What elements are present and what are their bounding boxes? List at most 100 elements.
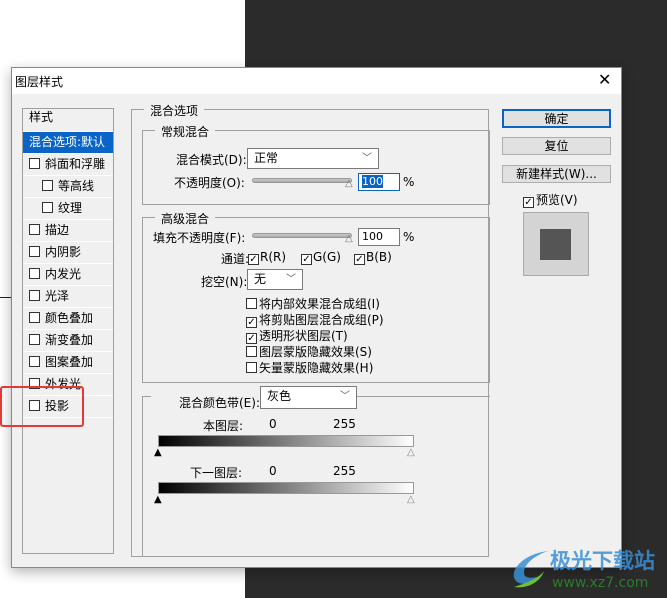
black-slider-thumb-icon[interactable]: ▲ xyxy=(154,494,162,505)
watermark-logo-icon xyxy=(513,551,548,588)
checkbox[interactable] xyxy=(29,312,40,323)
channels-label: 通道: xyxy=(221,252,250,266)
this-layer-gradient xyxy=(158,435,414,447)
channel-r-label: R(R) xyxy=(260,250,287,264)
layer-style-dialog: 图层样式 ✕ 样式 混合选项:默认 斜面和浮雕 等高线 纹理 描边 内阴影 内发… xyxy=(11,67,622,568)
blending-options-group: 混合选项 常规混合 混合模式(D): 正常 ﹀ 不透明度(O): △ 100 % … xyxy=(131,102,490,557)
white-slider-thumb-icon[interactable]: △ xyxy=(407,447,415,458)
knockout-label: 挖空(N): xyxy=(201,275,248,289)
checkbox[interactable] xyxy=(29,356,40,367)
checkbox[interactable] xyxy=(42,202,53,213)
style-item-label: 纹理 xyxy=(58,201,83,215)
blend-if-group: 混合颜色带(E): 灰色 ﹀ 本图层: 0 255 ▲ △ 下一图层: 0 255… xyxy=(142,386,490,556)
style-item-inner-glow[interactable]: 内发光 xyxy=(23,264,113,286)
style-item-color-overlay[interactable]: 颜色叠加 xyxy=(23,308,113,330)
channel-r-checkbox[interactable]: ✓ R(R) xyxy=(248,250,286,265)
chevron-down-icon: ﹀ xyxy=(362,153,372,164)
preview-checkbox[interactable]: ✓ 预览(V) xyxy=(523,191,578,208)
checkbox[interactable] xyxy=(29,268,40,279)
style-item-blending-options[interactable]: 混合选项:默认 xyxy=(23,132,113,154)
checkbox[interactable] xyxy=(29,334,40,345)
preview-label: 预览(V) xyxy=(536,193,578,207)
checkbox[interactable] xyxy=(29,158,40,169)
advanced-blending-group: 高级混合 填充不透明度(F): △ 100 % 通道: ✓ R(R) ✓ G(G) … xyxy=(142,210,490,383)
style-item-inner-shadow[interactable]: 内阴影 xyxy=(23,242,113,264)
chevron-down-icon: ﹀ xyxy=(286,274,296,285)
underlying-max: 255 xyxy=(333,464,356,478)
style-item-label: 光泽 xyxy=(45,289,70,303)
general-blending-group: 常规混合 混合模式(D): 正常 ﹀ 不透明度(O): △ 100 % xyxy=(142,123,490,205)
fill-opacity-value: 100 xyxy=(362,230,383,243)
style-item-pattern-overlay[interactable]: 图案叠加 xyxy=(23,352,113,374)
style-item-bevel[interactable]: 斜面和浮雕 xyxy=(23,154,113,176)
style-item-gradient-overlay[interactable]: 渐变叠加 xyxy=(23,330,113,352)
percent-unit: % xyxy=(403,175,415,189)
option-label: 将内部效果混合成组(I) xyxy=(259,297,380,311)
group-title: 高级混合 xyxy=(155,210,216,227)
style-item-label: 渐变叠加 xyxy=(45,333,94,347)
opacity-label: 不透明度(O): xyxy=(174,176,245,190)
style-item-label: 混合选项:默认 xyxy=(29,135,106,149)
check-icon: ✓ xyxy=(248,254,259,265)
group-title: 混合选项 xyxy=(144,102,205,119)
channel-g-checkbox[interactable]: ✓ G(G) xyxy=(301,250,341,265)
channel-b-checkbox[interactable]: ✓ B(B) xyxy=(354,250,392,265)
blend-mode-select[interactable]: 正常 ﹀ xyxy=(247,148,379,169)
blend-if-select[interactable]: 灰色 ﹀ xyxy=(260,386,357,409)
checkbox[interactable] xyxy=(42,180,53,191)
option-checkbox[interactable]: 将内部效果混合成组(I) xyxy=(246,295,380,312)
style-item-label: 颜色叠加 xyxy=(45,311,94,325)
knockout-select[interactable]: 无 ﹀ xyxy=(247,269,303,290)
style-list-header: 样式 xyxy=(23,109,113,132)
blend-if-label: 混合颜色带(E): xyxy=(151,394,264,411)
option-checkbox[interactable]: 矢量蒙版隐藏效果(H) xyxy=(246,359,373,376)
reset-button[interactable]: 复位 xyxy=(502,137,611,155)
preview-square xyxy=(540,229,571,260)
option-label: 图层蒙版隐藏效果(S) xyxy=(259,345,372,359)
preview-swatch xyxy=(523,212,589,276)
style-item-stroke[interactable]: 描边 xyxy=(23,220,113,242)
blend-if-value: 灰色 xyxy=(267,389,292,403)
style-item-label: 等高线 xyxy=(58,179,95,193)
close-icon[interactable]: ✕ xyxy=(598,70,611,89)
title-bar: 图层样式 ✕ xyxy=(12,68,621,94)
underlying-min: 0 xyxy=(269,464,277,478)
fill-opacity-slider[interactable] xyxy=(252,233,352,238)
watermark-url: www.xz7.com xyxy=(552,575,649,591)
group-title: 常规混合 xyxy=(155,123,216,140)
new-style-button[interactable]: 新建样式(W)... xyxy=(502,165,611,183)
option-label: 矢量蒙版隐藏效果(H) xyxy=(259,361,374,375)
style-item-satin[interactable]: 光泽 xyxy=(23,286,113,308)
chevron-down-icon: ﹀ xyxy=(340,391,350,402)
watermark-name: 极光下载站 xyxy=(550,549,655,573)
this-layer-max: 255 xyxy=(333,417,356,431)
underlying-layer-label: 下一图层: xyxy=(190,466,243,480)
style-item-texture[interactable]: 纹理 xyxy=(23,198,113,220)
option-checkbox[interactable]: ✓ 透明形状图层(T) xyxy=(246,327,348,344)
check-icon: ✓ xyxy=(354,254,365,265)
fill-opacity-input[interactable]: 100 xyxy=(358,228,400,246)
white-slider-thumb-icon[interactable]: △ xyxy=(407,494,415,505)
option-checkbox[interactable]: ✓ 将剪贴图层混合成组(P) xyxy=(246,311,384,328)
checkbox[interactable] xyxy=(29,224,40,235)
style-list: 样式 混合选项:默认 斜面和浮雕 等高线 纹理 描边 内阴影 内发光 光泽 颜色… xyxy=(22,108,114,554)
slider-thumb-icon[interactable]: △ xyxy=(345,178,353,189)
underlying-gradient xyxy=(158,482,414,494)
ok-button[interactable]: 确定 xyxy=(502,109,611,128)
watermark: 极光下载站 www.xz7.com xyxy=(508,545,658,593)
option-checkbox[interactable]: 图层蒙版隐藏效果(S) xyxy=(246,343,372,360)
channel-g-label: G(G) xyxy=(313,250,341,264)
black-slider-thumb-icon[interactable]: ▲ xyxy=(154,447,162,458)
style-item-label: 斜面和浮雕 xyxy=(45,157,106,171)
checkbox[interactable] xyxy=(29,246,40,257)
check-icon: ✓ xyxy=(301,254,312,265)
slider-thumb-icon[interactable]: △ xyxy=(345,233,353,244)
blend-mode-label: 混合模式(D): xyxy=(176,153,247,167)
style-item-label: 内发光 xyxy=(45,267,82,281)
style-item-label: 描边 xyxy=(45,223,70,237)
opacity-slider[interactable] xyxy=(252,178,352,183)
style-item-label: 内阴影 xyxy=(45,245,82,259)
checkbox[interactable] xyxy=(29,290,40,301)
opacity-input[interactable]: 100 xyxy=(358,173,400,191)
style-item-contour[interactable]: 等高线 xyxy=(23,176,113,198)
